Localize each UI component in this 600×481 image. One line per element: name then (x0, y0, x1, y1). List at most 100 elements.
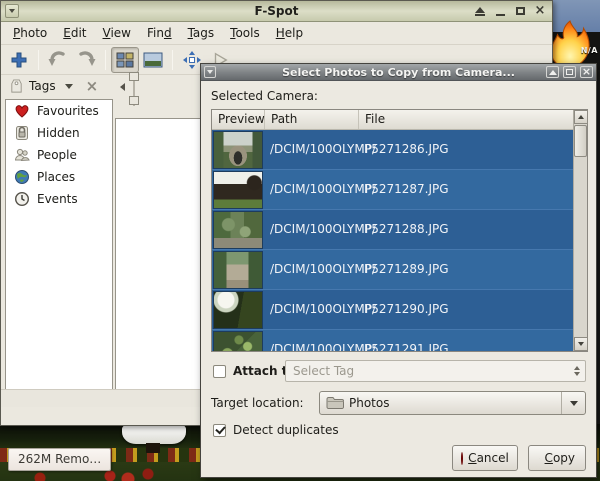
menu-edit[interactable]: Edit (55, 23, 94, 43)
scrollbar-thumb[interactable] (574, 125, 587, 157)
chevron-down-icon[interactable] (65, 84, 73, 89)
tags-panel-title: Tags (29, 79, 56, 93)
shade-button[interactable] (473, 4, 487, 18)
plus-icon (9, 50, 29, 70)
window-menu-button[interactable] (5, 4, 19, 18)
dialog-close-button[interactable]: × (580, 66, 593, 78)
tag-item-people[interactable]: People (6, 144, 112, 166)
dialog-titlebar[interactable]: Select Photos to Copy from Camera... × (201, 64, 596, 81)
table-row[interactable]: /DCIM/100OLYMP/ P5271290.JPG (212, 290, 573, 330)
column-header-file[interactable]: File (359, 110, 573, 129)
row-path: /DCIM/100OLYMP/ (270, 302, 376, 316)
tag-label: Events (37, 192, 78, 206)
toolbar-separator (105, 50, 106, 70)
dialog-title: Select Photos to Copy from Camera... (201, 66, 596, 79)
clock-icon (14, 191, 30, 207)
maximize-icon (566, 69, 573, 75)
column-header-preview[interactable]: Preview (212, 110, 265, 129)
tags-panel-header[interactable]: Tags × (5, 75, 113, 97)
dialog-shade-button[interactable] (546, 66, 559, 78)
table-row[interactable]: /DCIM/100OLYMP/ P5271288.JPG (212, 210, 573, 250)
slider-handle[interactable] (129, 96, 139, 105)
row-file: P5271290.JPG (364, 302, 449, 316)
menu-photo[interactable]: Photo (5, 23, 55, 43)
row-file: P5271289.JPG (364, 262, 449, 276)
row-file: P5271286.JPG (364, 142, 449, 156)
table-row[interactable]: /DCIM/100OLYMP/ P5271286.JPG (212, 130, 573, 170)
heart-icon (14, 103, 30, 119)
wallpaper-lamp (122, 424, 186, 444)
copy-photos-dialog: Select Photos to Copy from Camera... × S… (200, 63, 597, 478)
edit-image-button[interactable] (139, 47, 167, 73)
table-row[interactable]: /DCIM/100OLYMP/ P5271291.JPG (212, 330, 573, 351)
menu-tools[interactable]: Tools (222, 23, 268, 43)
scrollbar[interactable] (573, 110, 587, 351)
close-button[interactable]: × (533, 4, 547, 18)
tags-list: Favourites Hidden People Places (5, 99, 113, 407)
slider-handle[interactable] (129, 72, 139, 81)
fullscreen-icon (182, 50, 202, 70)
zoom-slider[interactable] (129, 72, 139, 106)
minimize-button[interactable] (493, 4, 507, 18)
photo-thumbnail (213, 291, 263, 329)
tags-panel: Tags × Favourites Hidden People (5, 75, 113, 407)
menu-find[interactable]: Find (139, 23, 180, 43)
detect-duplicates-checkbox[interactable] (213, 424, 226, 437)
photo-table: Preview Path File /DCIM/100OLYMP/ P52712… (211, 109, 588, 352)
tag-item-favourites[interactable]: Favourites (6, 100, 112, 122)
photo-list[interactable]: Preview Path File /DCIM/100OLYMP/ P52712… (212, 110, 573, 351)
scroll-down-button[interactable] (574, 337, 588, 351)
menubar: Photo Edit View Find Tags Tools Help (1, 22, 552, 45)
fspot-window-title: F-Spot (1, 4, 552, 18)
desktop: N/A F-Spot × Photo Edit View Find Tags T… (0, 0, 600, 481)
rotate-right-button[interactable] (72, 47, 100, 73)
close-icon: × (535, 5, 546, 17)
fspot-titlebar[interactable]: F-Spot × (1, 1, 552, 22)
tag-item-events[interactable]: Events (6, 188, 112, 210)
maximize-button[interactable] (513, 4, 527, 18)
copy-button[interactable]: Copy (528, 445, 586, 471)
people-icon (14, 147, 30, 163)
selected-camera-label: Selected Camera: (211, 89, 318, 103)
import-button[interactable] (5, 47, 33, 73)
detect-duplicates-label[interactable]: Detect duplicates (233, 423, 339, 437)
table-header: Preview Path File (212, 110, 573, 130)
browse-view-button[interactable] (111, 47, 139, 73)
scroll-up-button[interactable] (574, 110, 588, 124)
rotate-left-button[interactable] (44, 47, 72, 73)
table-row[interactable]: /DCIM/100OLYMP/ P5271289.JPG (212, 250, 573, 290)
spinner-icon[interactable] (574, 366, 585, 376)
window-menu-icon (207, 70, 213, 74)
row-file: P5271291.JPG (364, 342, 449, 351)
row-path: /DCIM/100OLYMP/ (270, 342, 376, 351)
column-header-path[interactable]: Path (265, 110, 359, 129)
row-path: /DCIM/100OLYMP/ (270, 142, 376, 156)
menu-view[interactable]: View (95, 23, 139, 43)
attach-tag-checkbox[interactable] (213, 365, 226, 378)
copy-icon (539, 451, 540, 466)
toolbar-separator (172, 50, 173, 70)
tag-item-hidden[interactable]: Hidden (6, 122, 112, 144)
target-location-combo[interactable]: Photos (319, 391, 586, 415)
photo-thumbnail (213, 131, 263, 169)
collapse-pane-icon[interactable] (120, 83, 125, 91)
menu-help[interactable]: Help (268, 23, 311, 43)
cancel-button[interactable]: Cancel (452, 445, 518, 471)
photo-thumbnail (213, 251, 263, 289)
dialog-maximize-button[interactable] (563, 66, 576, 78)
tags-panel-close-icon[interactable]: × (86, 79, 99, 93)
table-row[interactable]: /DCIM/100OLYMP/ P5271287.JPG (212, 170, 573, 210)
cancel-stop-icon (461, 452, 463, 465)
dropdown-button[interactable] (561, 392, 585, 414)
grid-view-icon (116, 52, 134, 68)
tag-label: Places (37, 170, 75, 184)
menu-tags[interactable]: Tags (180, 23, 223, 43)
select-tag-combo[interactable]: Select Tag (285, 360, 586, 382)
tag-item-places[interactable]: Places (6, 166, 112, 188)
chevron-down-icon (570, 401, 578, 406)
window-menu-icon (9, 9, 15, 13)
dialog-window-menu-button[interactable] (204, 66, 216, 78)
rotate-right-icon (75, 50, 97, 70)
taskbar-tooltip: 262M Remo… (8, 448, 111, 471)
maximize-icon (516, 7, 525, 15)
